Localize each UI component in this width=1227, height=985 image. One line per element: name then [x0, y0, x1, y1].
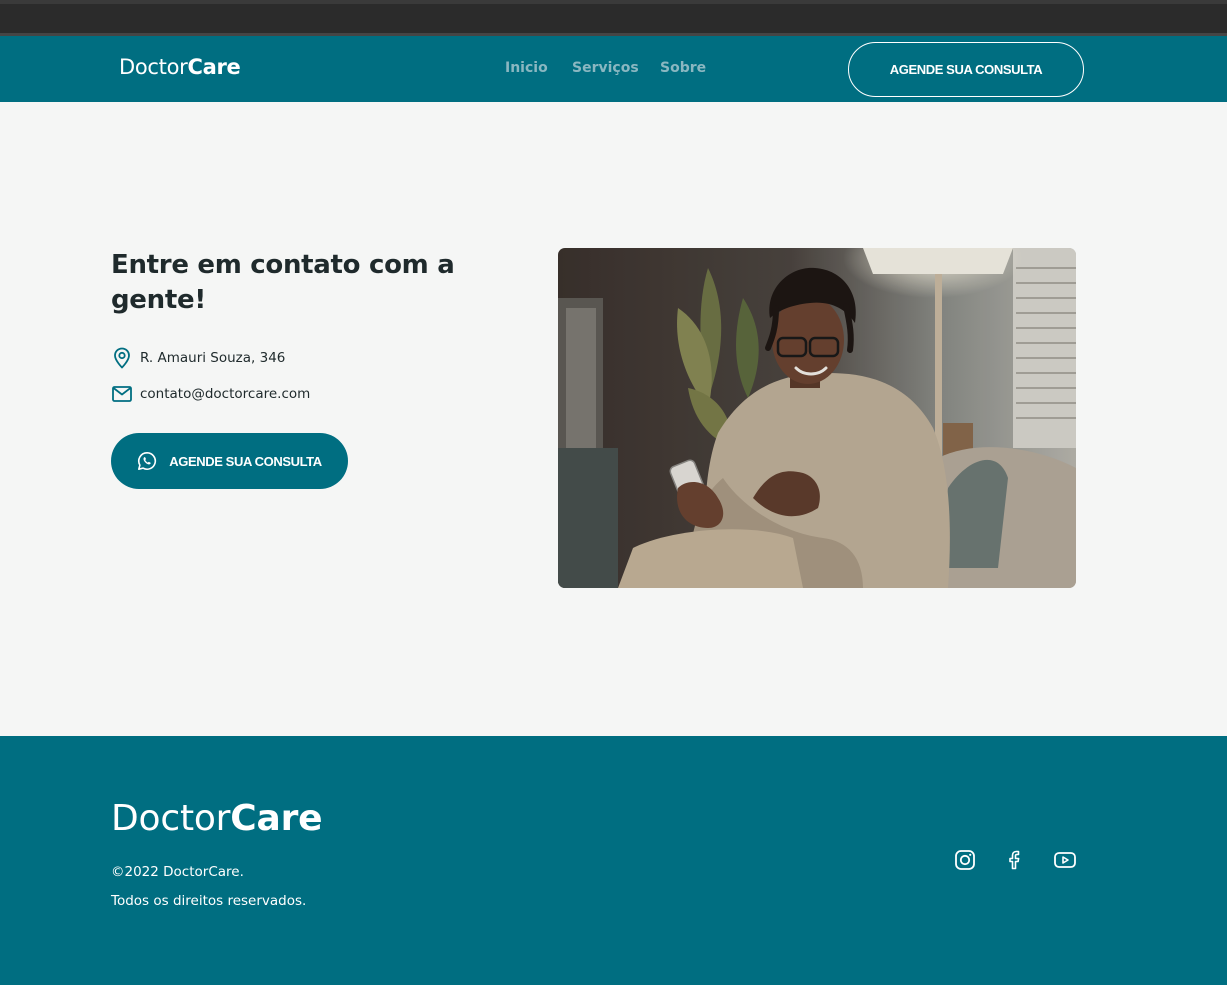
nav-link-inicio[interactable]: Inicio [505, 60, 548, 76]
mail-icon [111, 382, 133, 406]
contact-photo [558, 248, 1076, 588]
footer-copyright: ©2022 DoctorCare. [111, 864, 244, 880]
schedule-appointment-button[interactable]: AGENDE SUA CONSULTA [111, 433, 348, 489]
nav-link-servicos[interactable]: Serviços [572, 60, 639, 76]
schedule-appointment-button-nav[interactable]: AGENDE SUA CONSULTA [848, 42, 1084, 97]
footer: DoctorCare ©2022 DoctorCare. Todos os di… [0, 736, 1227, 985]
nav-link-sobre[interactable]: Sobre [660, 60, 706, 76]
email-link[interactable]: contato@doctorcare.com [140, 386, 310, 402]
browser-chrome-bar [0, 0, 1227, 36]
map-pin-icon [111, 346, 133, 370]
youtube-icon[interactable] [1053, 848, 1077, 872]
footer-rights: Todos os direitos reservados. [111, 893, 307, 909]
facebook-icon[interactable] [1003, 848, 1027, 872]
footer-logo[interactable]: DoctorCare [111, 798, 323, 839]
top-navbar: DoctorCare Inicio Serviços Sobre AGENDE … [0, 36, 1227, 102]
instagram-icon[interactable] [953, 848, 977, 872]
contact-title: Entre em contato com a gente! [111, 250, 455, 315]
schedule-appointment-label: AGENDE SUA CONSULTA [169, 453, 322, 469]
address-row: R. Amauri Souza, 346 [111, 346, 285, 370]
whatsapp-icon [137, 451, 157, 471]
address-text: R. Amauri Souza, 346 [140, 350, 286, 366]
footer-logo-bold: Care [230, 798, 323, 839]
footer-logo-regular: Doctor [111, 798, 231, 839]
email-row: contato@doctorcare.com [111, 382, 310, 406]
